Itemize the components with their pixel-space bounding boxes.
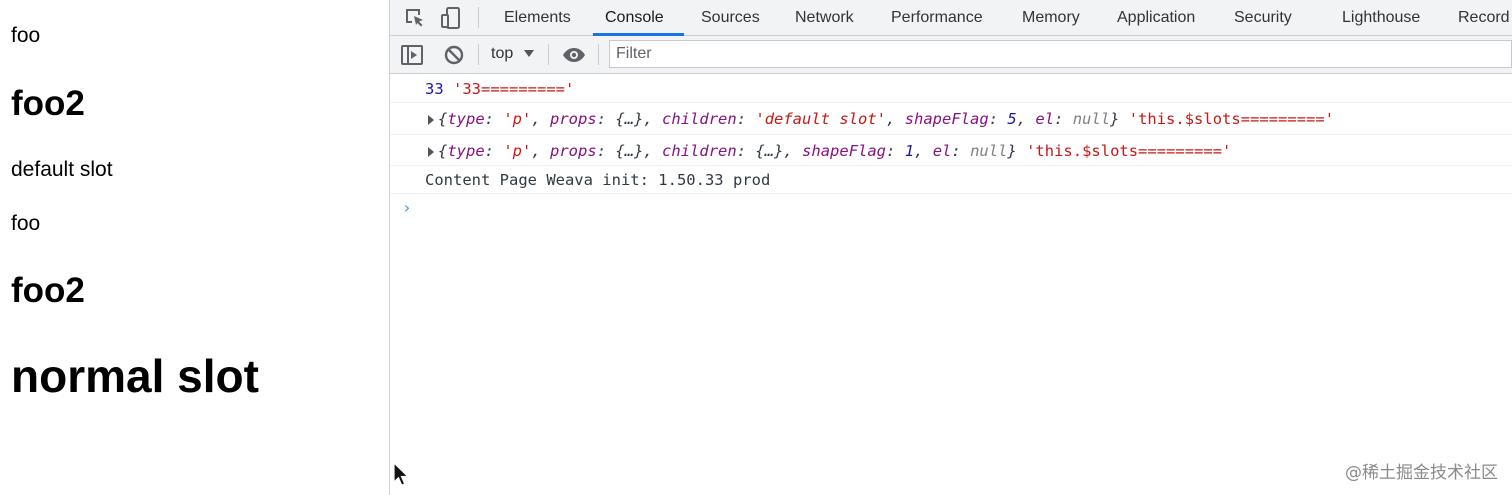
tab-memory[interactable]: Memory [1022,0,1080,35]
filter-input[interactable] [609,40,1512,68]
console-message: {type: 'p', props: {…}, children: {…}, s… [390,135,1512,166]
tab-recorder[interactable]: Record [1458,0,1510,35]
rendered-page: foo foo2 default slot foo foo2 normal sl… [0,0,390,495]
object-value: 'p' [503,142,532,160]
object-key: type [447,142,485,160]
page-heading-foo2-second: foo2 [11,271,85,310]
object-value: {…} [755,142,784,160]
console-string: '33=========' [453,80,575,98]
tab-lighthouse[interactable]: Lighthouse [1342,0,1420,35]
console-message: {type: 'p', props: {…}, children: 'defau… [390,103,1512,135]
object-value: null [1072,110,1111,128]
device-toolbar-icon[interactable] [439,6,463,30]
console-prompt[interactable]: › [402,198,412,217]
object-key: el [932,142,952,160]
object-key: props [550,110,597,128]
context-selector[interactable]: top [491,45,513,63]
tab-application[interactable]: Application [1117,0,1195,35]
object-value: {…} [615,110,644,128]
tab-performance[interactable]: Performance [891,0,983,35]
toolbar-divider [478,44,479,65]
tab-sources[interactable]: Sources [701,0,760,35]
console-message: 33 '33=========' [390,74,1512,103]
tab-elements[interactable]: Elements [504,0,571,35]
object-value: null [970,142,1008,160]
console-message: Content Page Weava init: 1.50.33 prod [390,166,1512,194]
tab-network[interactable]: Network [795,0,854,35]
object-key: type [447,110,485,128]
tab-security[interactable]: Security [1234,0,1292,35]
mouse-cursor-icon [393,461,410,493]
page-text-foo-second: foo [11,212,41,235]
page-heading-foo2: foo2 [11,84,85,123]
console-output: 33 '33=========' {type: 'p', props: {…},… [390,74,1512,495]
object-value: 5 [1007,110,1017,128]
object-key: shapeFlag [904,110,989,128]
clear-console-icon[interactable] [442,43,466,67]
object-key: props [550,142,597,160]
toolbar-divider-3 [598,44,599,65]
console-text: Content Page Weava init: 1.50.33 prod [425,171,771,189]
console-number: 33 [425,80,444,98]
object-key: children [662,110,737,128]
object-value: 'default slot' [755,110,887,128]
devtools-tab-bar: Elements Console Sources Network Perform… [390,0,1512,36]
console-string: 'this.$slots=========' [1026,142,1232,160]
object-key: el [1035,110,1055,128]
tab-bar-divider [478,7,479,28]
inspect-element-icon[interactable] [403,6,427,30]
dropdown-arrow-icon[interactable] [524,50,534,57]
object-value: 'p' [503,110,532,128]
object-value: {…} [615,142,644,160]
console-string: 'this.$slots=========' [1128,110,1335,128]
toolbar-divider-2 [548,44,549,65]
expand-triangle-icon[interactable] [428,147,434,157]
page-text-foo: foo [11,24,41,47]
sidebar-toggle-icon[interactable] [400,43,424,67]
page-text-default-slot: default slot [11,158,113,181]
expand-triangle-icon[interactable] [428,115,434,125]
object-key: children [662,142,737,160]
page-heading-normal-slot: normal slot [11,350,259,402]
console-toolbar: top [390,36,1512,74]
tab-console[interactable]: Console [605,0,664,35]
eye-icon[interactable] [561,43,585,67]
object-key: shapeFlag [802,142,887,160]
watermark-text: @稀土掘金技术社区 [1345,463,1498,483]
devtools-panel: Elements Console Sources Network Perform… [390,0,1512,495]
object-value: 1 [904,142,915,160]
